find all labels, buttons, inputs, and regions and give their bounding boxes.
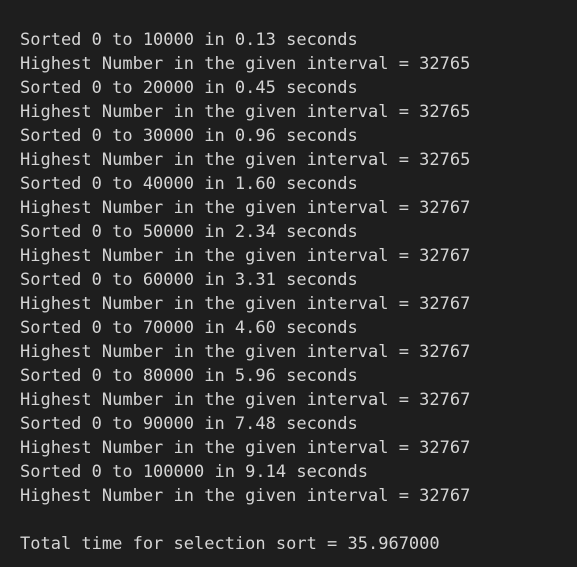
output-line: Highest Number in the given interval = 3… <box>20 294 471 314</box>
output-line: Sorted 0 to 70000 in 4.60 seconds <box>20 318 358 338</box>
output-line: Sorted 0 to 50000 in 2.34 seconds <box>20 222 358 242</box>
output-line: Sorted 0 to 60000 in 3.31 seconds <box>20 270 358 290</box>
output-line: Sorted 0 to 90000 in 7.48 seconds <box>20 414 358 434</box>
output-line: Highest Number in the given interval = 3… <box>20 150 471 170</box>
output-line: Highest Number in the given interval = 3… <box>20 54 471 74</box>
output-line: Highest Number in the given interval = 3… <box>20 390 471 410</box>
output-line: Highest Number in the given interval = 3… <box>20 198 471 218</box>
output-line: Highest Number in the given interval = 3… <box>20 102 471 122</box>
output-line: Highest Number in the given interval = 3… <box>20 438 471 458</box>
output-line: Sorted 0 to 40000 in 1.60 seconds <box>20 174 358 194</box>
output-line: Sorted 0 to 80000 in 5.96 seconds <box>20 366 358 386</box>
output-line: Highest Number in the given interval = 3… <box>20 246 471 266</box>
output-line: Sorted 0 to 10000 in 0.13 seconds <box>20 30 358 50</box>
output-line: Sorted 0 to 30000 in 0.96 seconds <box>20 126 358 146</box>
total-time-line: Total time for selection sort = 35.96700… <box>20 534 440 554</box>
output-line: Sorted 0 to 100000 in 9.14 seconds <box>20 462 368 482</box>
output-line: Highest Number in the given interval = 3… <box>20 486 471 506</box>
terminal-output: Sorted 0 to 10000 in 0.13 seconds Highes… <box>0 0 577 567</box>
output-line: Sorted 0 to 20000 in 0.45 seconds <box>20 78 358 98</box>
output-line: Highest Number in the given interval = 3… <box>20 342 471 362</box>
